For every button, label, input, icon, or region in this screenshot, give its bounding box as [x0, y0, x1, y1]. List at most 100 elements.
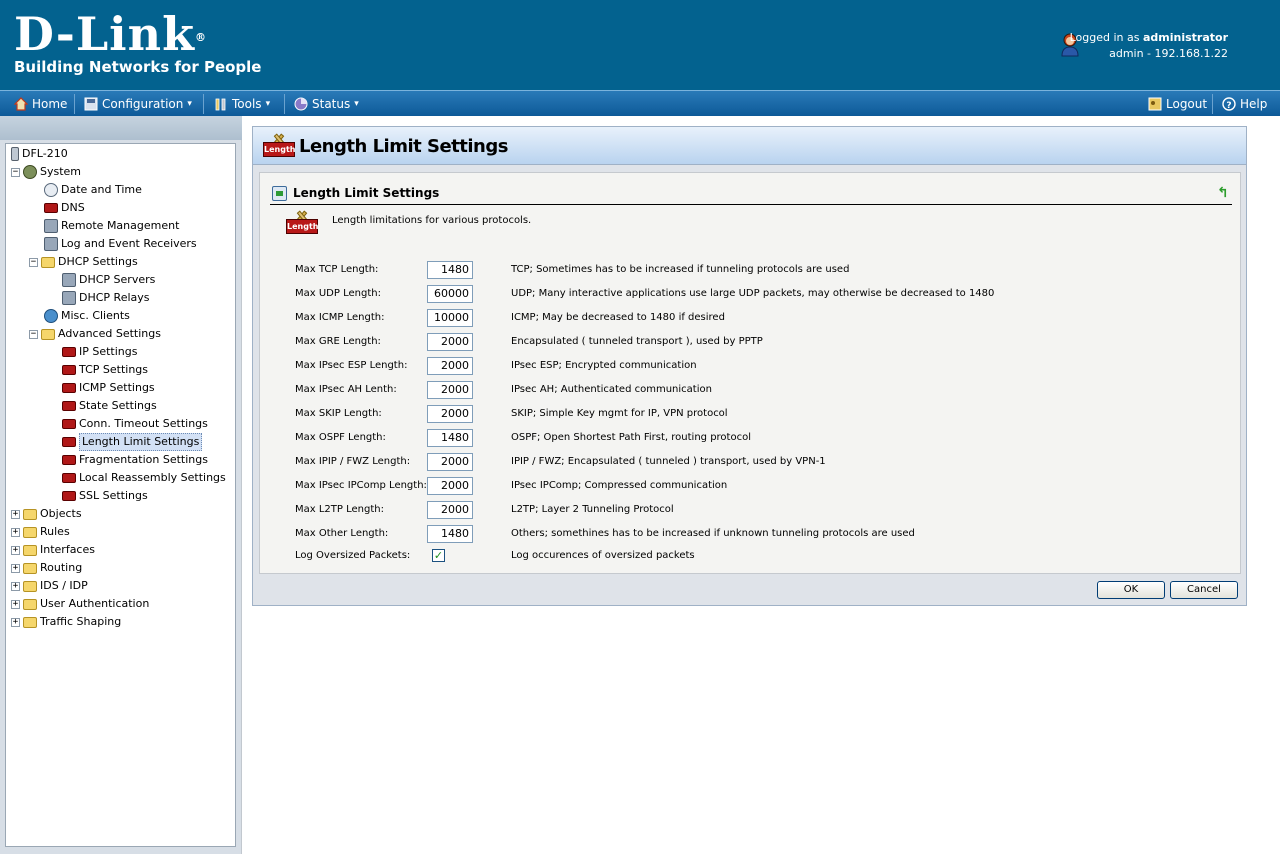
tree-item-fragmentation-settings[interactable]: Fragmentation Settings: [62, 452, 208, 468]
setting-label: Max IPsec AH Lenth:: [295, 384, 397, 395]
setting-hint: Encapsulated ( tunneled transport ), use…: [511, 336, 763, 347]
max-tcp-length-input[interactable]: 1480: [427, 261, 473, 279]
tree-item-dhcp-relays[interactable]: DHCP Relays: [62, 290, 150, 306]
tree-item-local-reassembly-settings[interactable]: Local Reassembly Settings: [62, 470, 226, 486]
setting-label: Max IPsec IPComp Length:: [295, 480, 427, 491]
tree-label: Local Reassembly Settings: [79, 471, 226, 484]
menu-home-label: Home: [32, 97, 68, 111]
tree-item-dns[interactable]: DNS: [44, 200, 85, 216]
tree-label: ICMP Settings: [79, 381, 155, 394]
expand-icon[interactable]: +: [11, 527, 20, 537]
max-ipsec-esp-length-input[interactable]: 2000: [427, 357, 473, 375]
setting-row-ipsec-ah: Max IPsec AH Lenth: 2000 IPsec AH; Authe…: [295, 381, 1235, 399]
dns-icon: [44, 203, 58, 213]
setting-label: Max OSPF Length:: [295, 432, 386, 443]
expand-icon[interactable]: +: [11, 545, 20, 555]
cancel-button[interactable]: Cancel: [1170, 581, 1238, 599]
tree-label: Misc. Clients: [61, 309, 130, 322]
tree-label: Objects: [40, 507, 82, 520]
expand-icon[interactable]: +: [11, 563, 20, 573]
tree-item-user-authentication[interactable]: + User Authentication: [11, 596, 149, 612]
max-other-length-input[interactable]: 1480: [427, 525, 473, 543]
collapse-icon[interactable]: −: [29, 329, 38, 339]
tree-item-rules[interactable]: + Rules: [11, 524, 70, 540]
setting-label: Max GRE Length:: [295, 336, 381, 347]
max-ipip-fwz-length-input[interactable]: 2000: [427, 453, 473, 471]
setting-row-gre: Max GRE Length: 2000 Encapsulated ( tunn…: [295, 333, 1235, 351]
max-skip-length-input[interactable]: 2000: [427, 405, 473, 423]
sidebar-header: [0, 116, 242, 140]
tree-item-log-and-event-receivers[interactable]: Log and Event Receivers: [44, 236, 197, 252]
length-limit-icon: Length: [263, 132, 295, 160]
tree-label: Remote Management: [61, 219, 180, 232]
length-icon-text: Length: [263, 142, 295, 157]
tree-label: Advanced Settings: [58, 327, 161, 340]
tree-item-dfl-210[interactable]: DFL-210: [11, 146, 68, 162]
max-ospf-length-input[interactable]: 1480: [427, 429, 473, 447]
ids-folder-icon: [23, 580, 37, 592]
menu-separator: [284, 94, 285, 114]
tree-item-length-limit-settings[interactable]: Length Limit Settings: [62, 433, 203, 451]
tree-item-interfaces[interactable]: + Interfaces: [11, 542, 95, 558]
menu-help-label: Help: [1240, 97, 1268, 111]
setting-row-other: Max Other Length: 1480 Others; somethine…: [295, 525, 1235, 543]
menu-status-label: Status: [312, 97, 351, 111]
brand-tagline: Building Networks for People: [14, 58, 262, 76]
collapse-icon[interactable]: −: [11, 167, 20, 177]
tree-item-advanced-settings[interactable]: − Advanced Settings: [29, 326, 161, 342]
setting-hint: IPsec AH; Authenticated communication: [511, 384, 712, 395]
tree-item-objects[interactable]: + Objects: [11, 506, 82, 522]
tree-item-conn-timeout-settings[interactable]: Conn. Timeout Settings: [62, 416, 208, 432]
menu-help[interactable]: ? Help: [1222, 96, 1267, 112]
max-udp-length-input[interactable]: 60000: [427, 285, 473, 303]
max-icmp-length-input[interactable]: 10000: [427, 309, 473, 327]
ok-button[interactable]: OK: [1097, 581, 1165, 599]
tree-label: DNS: [61, 201, 85, 214]
setting-label: Max IPIP / FWZ Length:: [295, 456, 411, 467]
tcp-settings-icon: [62, 365, 76, 375]
log-oversized-checkbox[interactable]: ✓: [432, 549, 445, 562]
tree-item-misc-clients[interactable]: Misc. Clients: [44, 308, 130, 324]
tree-item-date-and-time[interactable]: Date and Time: [44, 182, 142, 198]
menu-tools[interactable]: Tools ▾: [214, 96, 270, 112]
tree-item-ssl-settings[interactable]: SSL Settings: [62, 488, 148, 504]
max-l2tp-length-input[interactable]: 2000: [427, 501, 473, 519]
expand-icon[interactable]: +: [11, 599, 20, 609]
tree-label: Log and Event Receivers: [61, 237, 197, 250]
menu-configuration[interactable]: Configuration ▾: [84, 96, 192, 112]
expand-icon[interactable]: +: [11, 509, 20, 519]
menu-separator: [203, 94, 204, 114]
reassembly-icon: [62, 473, 76, 483]
relay-icon: [62, 291, 76, 305]
max-ipsec-ah-length-input[interactable]: 2000: [427, 381, 473, 399]
menu-separator: [74, 94, 75, 114]
chevron-down-icon: ▾: [265, 99, 271, 109]
tree-item-tcp-settings[interactable]: TCP Settings: [62, 362, 148, 378]
expand-icon[interactable]: +: [11, 617, 20, 627]
tree-item-state-settings[interactable]: State Settings: [62, 398, 157, 414]
tree-item-dhcp-servers[interactable]: DHCP Servers: [62, 272, 155, 288]
menu-status[interactable]: Status ▾: [294, 96, 359, 112]
tree-item-icmp-settings[interactable]: ICMP Settings: [62, 380, 155, 396]
expand-icon[interactable]: +: [11, 581, 20, 591]
max-ipsec-ipcomp-length-input[interactable]: 2000: [427, 477, 473, 495]
login-prefix: Logged in as: [1069, 31, 1143, 44]
svg-text:?: ?: [1226, 101, 1231, 111]
max-gre-length-input[interactable]: 2000: [427, 333, 473, 351]
tree-item-traffic-shaping[interactable]: + Traffic Shaping: [11, 614, 121, 630]
menu-home[interactable]: Home: [14, 96, 67, 112]
collapse-icon[interactable]: −: [29, 257, 38, 267]
tree-label: DFL-210: [22, 147, 68, 160]
tree-item-ids-idp[interactable]: + IDS / IDP: [11, 578, 88, 594]
icmp-settings-icon: [62, 383, 76, 393]
tree-item-dhcp-settings[interactable]: − DHCP Settings: [29, 254, 138, 270]
tree-item-system[interactable]: − System: [11, 164, 81, 180]
tree-item-routing[interactable]: + Routing: [11, 560, 82, 576]
tree-item-ip-settings[interactable]: IP Settings: [62, 344, 138, 360]
setting-hint: L2TP; Layer 2 Tunneling Protocol: [511, 504, 674, 515]
back-arrow-icon[interactable]: ↰: [1217, 186, 1230, 201]
menu-logout[interactable]: Logout: [1148, 96, 1207, 112]
ip-settings-icon: [62, 347, 76, 357]
remote-management-icon: [44, 219, 58, 233]
tree-item-remote-management[interactable]: Remote Management: [44, 218, 179, 234]
